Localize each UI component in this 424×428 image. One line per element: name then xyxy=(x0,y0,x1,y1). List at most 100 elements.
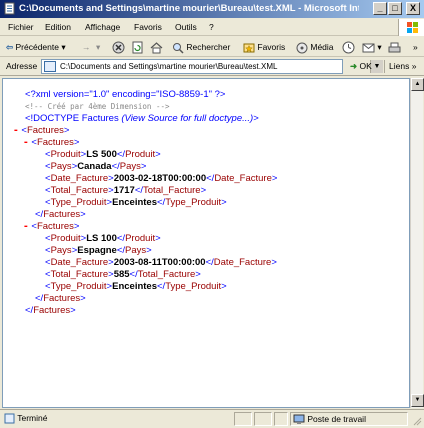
collapse-root-toggle[interactable]: - xyxy=(13,125,19,136)
angle-open: </ xyxy=(116,233,126,244)
field-value: Canada xyxy=(77,161,112,172)
field-close-tag: Type_Produit xyxy=(165,197,222,208)
field-close-tag: Total_Facture xyxy=(143,185,201,196)
menu-edition[interactable]: Edition xyxy=(45,22,71,33)
menu-help[interactable]: ? xyxy=(209,22,214,33)
scroll-down-button[interactable]: ▼ xyxy=(411,394,424,407)
field-value: 2003-02-18T00:00:00 xyxy=(113,173,207,184)
page-icon xyxy=(44,61,56,72)
root-close-tag: Factures xyxy=(33,305,71,316)
collapse-group-toggle[interactable]: - xyxy=(23,137,29,148)
menu-affichage[interactable]: Affichage xyxy=(85,22,120,33)
field-row: <Total_Facture>1717</Total_Facture> xyxy=(45,185,206,197)
links-button[interactable]: Liens » xyxy=(384,60,416,73)
title-bar[interactable]: C:\Documents and Settings\martine mourie… xyxy=(0,0,424,18)
refresh-button[interactable] xyxy=(131,40,144,54)
refresh-icon xyxy=(132,41,143,54)
status-text: Terminé xyxy=(17,413,48,423)
root-close-row: </Factures> xyxy=(25,305,76,317)
angle-open: </ xyxy=(116,245,126,256)
menu-outils[interactable]: Outils xyxy=(175,22,197,33)
media-label: Média xyxy=(310,42,334,52)
field-open-tag: Pays xyxy=(50,161,72,172)
angle-open: </ xyxy=(157,281,166,292)
doctype-end: > xyxy=(253,113,259,124)
zone-text: Poste de travail xyxy=(307,414,366,424)
vertical-scrollbar[interactable]: ▲ ▼ xyxy=(410,78,424,408)
angle-open: </ xyxy=(134,185,144,196)
menu-fichier[interactable]: Fichier xyxy=(8,22,34,33)
home-button[interactable] xyxy=(150,40,163,54)
field-open-tag: Pays xyxy=(50,245,72,256)
history-icon xyxy=(342,41,355,54)
field-open-tag: Date_Facture xyxy=(50,257,109,268)
angle-open: </ xyxy=(35,209,44,220)
angle-open: </ xyxy=(25,305,34,316)
address-bar: Adresse C:\Documents and Settings\martin… xyxy=(0,58,424,76)
root-tag: Factures xyxy=(26,125,64,136)
field-open-tag: Produit xyxy=(50,149,81,160)
angle-open: </ xyxy=(129,269,138,280)
back-button[interactable]: ⇦ Précédente ▾ xyxy=(6,40,66,54)
angle-close: > xyxy=(63,125,70,136)
address-input[interactable]: C:\Documents and Settings\martine mourie… xyxy=(41,59,383,74)
print-button[interactable] xyxy=(388,40,401,54)
resize-grip-icon xyxy=(413,417,422,426)
close-button[interactable]: X xyxy=(406,2,420,15)
media-button[interactable]: Média xyxy=(296,40,334,54)
group-close-tag: Factures xyxy=(43,209,81,220)
maximize-button[interactable]: □ xyxy=(388,2,402,15)
angle-close: > xyxy=(80,293,86,304)
favorites-button[interactable]: Favoris xyxy=(243,40,285,54)
angle-open: </ xyxy=(111,161,120,172)
menu-favoris[interactable]: Favoris xyxy=(134,22,162,33)
windows-logo xyxy=(398,19,424,36)
search-label: Rechercher xyxy=(186,42,231,52)
minimize-button[interactable]: _ xyxy=(373,2,387,15)
forward-button[interactable]: → xyxy=(82,40,91,54)
field-close-tag: Date_Facture xyxy=(213,257,272,268)
zone-label: Poste de travail xyxy=(293,414,366,425)
collapse-group-toggle[interactable]: - xyxy=(23,221,29,232)
field-close-tag: Total_Facture xyxy=(137,269,196,280)
mail-button[interactable]: ▾ xyxy=(362,40,382,54)
field-row: <Type_Produit>Enceintes</Type_Produit> xyxy=(45,197,227,209)
favorites-icon xyxy=(243,43,255,53)
field-value: 585 xyxy=(113,269,130,280)
field-value: Enceintes xyxy=(112,197,157,208)
group-open-row[interactable]: - <Factures> xyxy=(23,221,79,233)
window-title: C:\Documents and Settings\martine mourie… xyxy=(19,3,359,14)
field-row: <Total_Facture>585</Total_Facture> xyxy=(45,269,201,281)
field-close-tag: Pays xyxy=(125,245,147,256)
field-row: <Date_Facture>2003-02-18T00:00:00</Date_… xyxy=(45,173,277,185)
stop-icon xyxy=(112,41,125,54)
field-row: <Pays>Canada</Pays> xyxy=(45,161,146,173)
status-message: Terminé xyxy=(4,413,47,424)
group-close-tag: Factures xyxy=(43,293,81,304)
search-button[interactable]: Rechercher xyxy=(172,40,230,54)
angle-open: </ xyxy=(157,197,166,208)
group-open-row[interactable]: - <Factures> xyxy=(23,137,79,149)
document-icon xyxy=(4,2,15,15)
scroll-up-button[interactable]: ▲ xyxy=(411,78,424,91)
field-open-tag: Date_Facture xyxy=(50,173,109,184)
go-button[interactable]: ➜ OK xyxy=(350,60,372,73)
zone-cell: Poste de travail xyxy=(290,412,408,426)
resize-grip[interactable] xyxy=(410,412,422,426)
root-open-row[interactable]: - <Factures> xyxy=(13,125,69,137)
forward-dropdown-icon[interactable]: ▾ xyxy=(96,40,100,54)
angle-close: > xyxy=(155,233,161,244)
angle-close: > xyxy=(73,137,80,148)
xml-viewer[interactable]: <?xml version="1.0" encoding="ISO-8859-1… xyxy=(2,78,410,408)
history-button[interactable] xyxy=(342,40,355,54)
field-close-tag: Pays xyxy=(119,161,141,172)
angle-close: > xyxy=(80,209,86,220)
address-label: Adresse xyxy=(6,61,38,71)
angle-open: </ xyxy=(116,149,126,160)
go-arrow-icon: ➜ xyxy=(350,61,358,71)
mail-icon xyxy=(362,43,375,53)
angle-open: </ xyxy=(205,257,214,268)
field-value: Espagne xyxy=(77,245,117,256)
toolbar-overflow-button[interactable]: » xyxy=(413,40,418,54)
stop-button[interactable] xyxy=(112,40,125,54)
